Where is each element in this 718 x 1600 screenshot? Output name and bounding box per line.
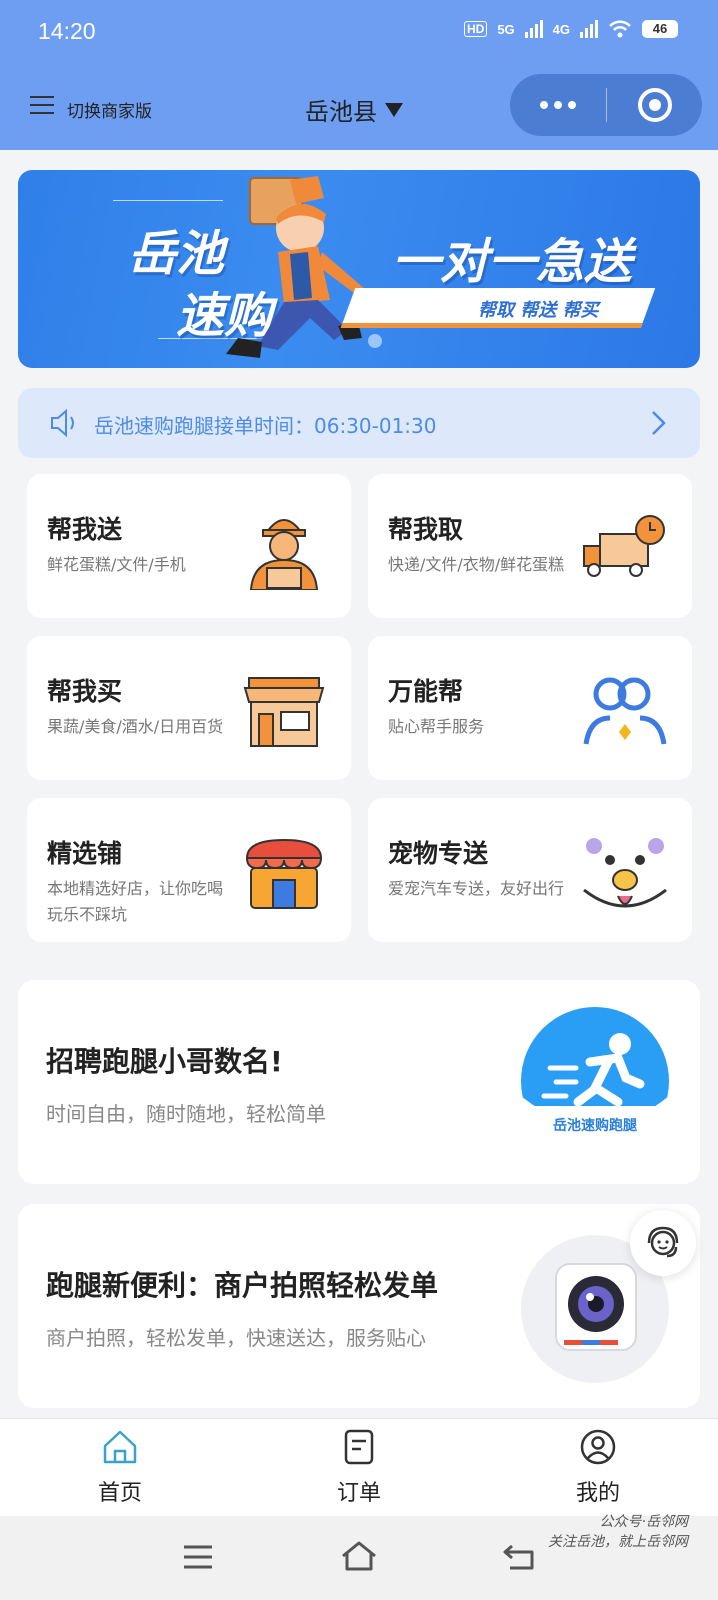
service-desc: 贴心帮手服务 bbox=[388, 717, 485, 736]
customer-service-icon bbox=[647, 1226, 679, 1258]
tab-orders[interactable]: 订单 bbox=[299, 1427, 419, 1507]
store-icon bbox=[245, 838, 323, 909]
switch-merchant-link[interactable]: 切换商家版 bbox=[67, 97, 152, 122]
courier-illustration bbox=[226, 176, 366, 358]
miniprogram-capsule bbox=[510, 74, 702, 136]
service-card-pet-delivery[interactable]: 宠物专送 爱宠汽车专送，友好出行 bbox=[368, 798, 692, 942]
promo-desc: 商户拍照，轻松发单，快速送达，服务贴心 bbox=[46, 1326, 426, 1350]
dropdown-triangle-icon bbox=[385, 102, 403, 117]
service-title: 帮我送 bbox=[47, 515, 123, 544]
battery-icon: 46 bbox=[642, 20, 678, 38]
order-icon bbox=[344, 1429, 374, 1465]
banner-slogan: 一对一急送 bbox=[392, 234, 633, 290]
badge-caption: 岳池速购跑腿 bbox=[553, 1117, 637, 1134]
notice-bar[interactable]: 岳池速购跑腿接单时间：06:30-01:30 bbox=[18, 388, 700, 458]
carousel-dot[interactable] bbox=[368, 334, 382, 348]
banner-tags: 帮取 帮送 帮买 bbox=[478, 300, 599, 321]
service-desc: 鲜花蛋糕/文件/手机 bbox=[47, 555, 186, 574]
recent-apps-icon[interactable] bbox=[182, 1544, 214, 1570]
watermark: 公众号·岳邻网 关注岳池，就上岳邻网 bbox=[548, 1512, 688, 1552]
tab-home[interactable]: 首页 bbox=[60, 1427, 180, 1507]
service-card-send[interactable]: 帮我送 鲜花蛋糕/文件/手机 bbox=[27, 474, 351, 618]
tab-profile[interactable]: 我的 bbox=[538, 1427, 658, 1507]
net-5g-label: 5G bbox=[497, 21, 515, 37]
signal-icon bbox=[524, 20, 543, 38]
service-card-selected-shops[interactable]: 精选铺 本地精选好店，让你吃喝玩乐不踩坑 bbox=[27, 798, 351, 942]
service-card-buy[interactable]: 帮我买 果蔬/美食/酒水/日用百货 bbox=[27, 636, 351, 780]
location-selector[interactable]: 岳池县 bbox=[305, 92, 403, 127]
home-nav-icon[interactable] bbox=[339, 1540, 379, 1572]
status-time: 14:20 bbox=[38, 18, 96, 44]
service-desc: 本地精选好店，让你吃喝玩乐不踩坑 bbox=[47, 879, 224, 924]
runner-badge-icon: 岳池速购跑腿 bbox=[521, 1007, 669, 1156]
status-icons: HD 5G 4G 46 bbox=[463, 20, 678, 38]
promo-desc: 时间自由，随时随地，轻松简单 bbox=[46, 1102, 326, 1126]
watermark-line-2: 关注岳池，就上岳邻网 bbox=[548, 1534, 688, 1550]
promo-title: 招聘跑腿小哥数名! bbox=[46, 1045, 283, 1078]
courier-icon bbox=[249, 519, 319, 590]
service-title: 帮我取 bbox=[388, 515, 464, 544]
back-icon[interactable] bbox=[502, 1542, 538, 1572]
service-card-universal[interactable]: 万能帮 贴心帮手服务 bbox=[368, 636, 692, 780]
promo-banner[interactable]: 岳池 速购 一对一急送 帮取 帮送 帮买 bbox=[18, 170, 700, 368]
close-miniprogram-button[interactable] bbox=[607, 88, 702, 122]
tab-label: 首页 bbox=[97, 1481, 142, 1506]
profile-icon bbox=[580, 1429, 616, 1465]
service-title: 帮我买 bbox=[47, 677, 123, 706]
tab-label: 订单 bbox=[336, 1481, 381, 1506]
recruit-promo-card[interactable]: 招聘跑腿小哥数名! 时间自由，随时随地，轻松简单 岳池速购跑腿 bbox=[18, 980, 700, 1184]
hd-icon: HD bbox=[463, 21, 488, 37]
watermark-line-1: 公众号·岳邻网 bbox=[599, 1514, 688, 1530]
menu-icon[interactable] bbox=[30, 96, 54, 116]
service-desc: 爱宠汽车专送，友好出行 bbox=[388, 879, 565, 898]
service-title: 宠物专送 bbox=[388, 839, 489, 868]
top-bar: 14:20 HD 5G 4G 46 切换商家版 岳池县 bbox=[0, 0, 718, 150]
service-desc: 快递/文件/衣物/鲜花蛋糕 bbox=[388, 555, 565, 574]
service-title: 万能帮 bbox=[388, 677, 464, 706]
service-card-pickup[interactable]: 帮我取 快递/文件/衣物/鲜花蛋糕 bbox=[368, 474, 692, 618]
wifi-icon bbox=[609, 20, 631, 38]
location-label: 岳池县 bbox=[305, 98, 377, 126]
net-4g-label: 4G bbox=[552, 21, 570, 37]
people-icon bbox=[583, 677, 667, 745]
home-icon bbox=[103, 1430, 137, 1464]
service-desc: 果蔬/美食/酒水/日用百货 bbox=[47, 717, 224, 736]
signal-icon-2 bbox=[580, 20, 598, 38]
shop-icon bbox=[243, 677, 325, 747]
customer-service-button[interactable] bbox=[630, 1210, 696, 1276]
more-options-button[interactable] bbox=[510, 101, 606, 109]
dog-face-icon bbox=[583, 838, 667, 908]
service-title: 精选铺 bbox=[47, 839, 123, 868]
tab-label: 我的 bbox=[575, 1481, 620, 1506]
notice-text: 岳池速购跑腿接单时间：06:30-01:30 bbox=[94, 414, 437, 438]
chevron-right-icon bbox=[652, 411, 666, 435]
merchant-photo-promo-card[interactable]: 跑腿新便利：商户拍照轻松发单 商户拍照，轻松发单，快速送达，服务贴心 bbox=[18, 1204, 700, 1408]
delivery-truck-icon bbox=[583, 515, 665, 577]
promo-title: 跑腿新便利：商户拍照轻松发单 bbox=[46, 1269, 439, 1302]
speaker-icon bbox=[51, 408, 74, 438]
bottom-tab-bar: 首页 订单 我的 bbox=[0, 1418, 718, 1516]
target-icon bbox=[637, 88, 672, 122]
